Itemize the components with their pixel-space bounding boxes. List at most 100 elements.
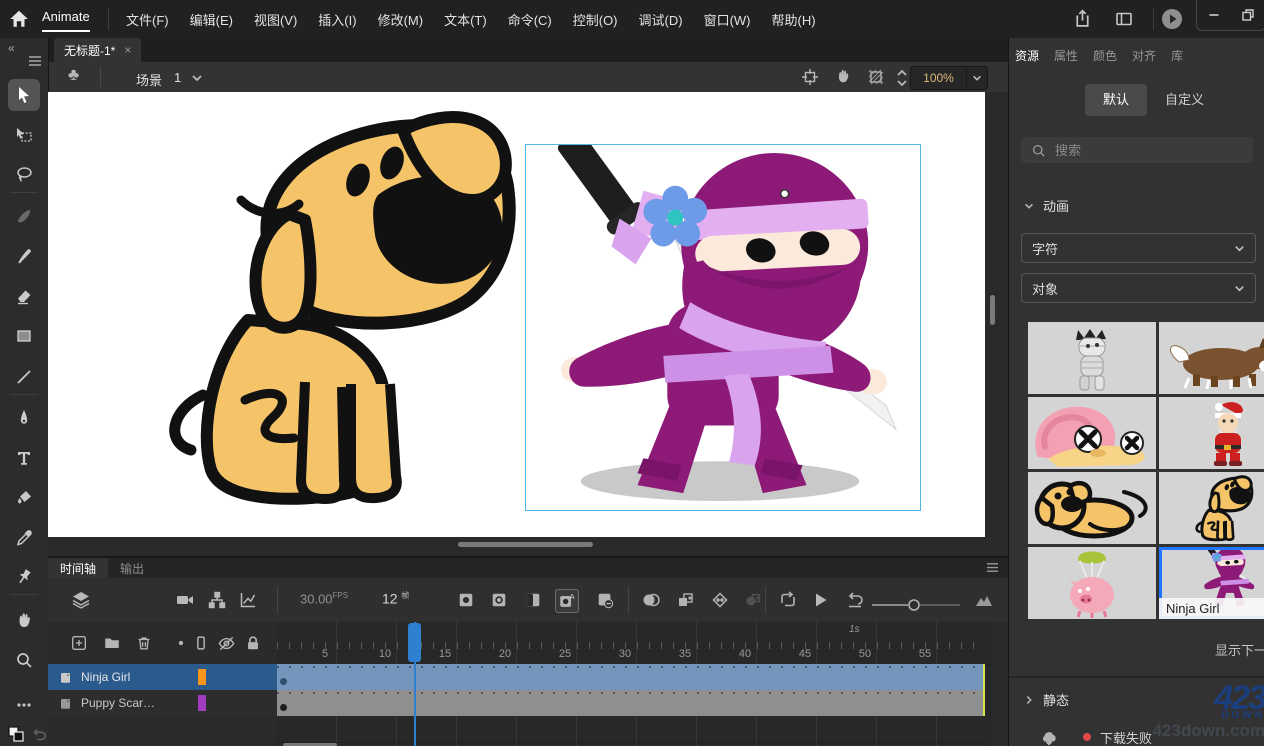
search-box[interactable] <box>1021 137 1253 163</box>
asset-thumb-puppy-lying[interactable] <box>1028 472 1156 544</box>
eraser-tool[interactable] <box>8 280 40 312</box>
run-icon[interactable] <box>1160 7 1184 31</box>
stage-hscroll[interactable] <box>48 537 1008 556</box>
insert-keyframe-icon[interactable] <box>455 589 477 611</box>
line-tool[interactable] <box>8 361 40 393</box>
selection-tool[interactable] <box>8 79 40 111</box>
puppy-artwork[interactable] <box>153 100 523 515</box>
document-tab[interactable]: 无标题-1* × <box>54 38 141 62</box>
insert-blank-keyframe-icon[interactable] <box>488 589 510 611</box>
minimize-icon[interactable] <box>1197 0 1231 30</box>
search-input[interactable] <box>1053 142 1253 159</box>
classic-brush-tool[interactable] <box>8 240 40 272</box>
track-puppy[interactable] <box>277 690 983 716</box>
ninja-girl-selection[interactable] <box>525 144 921 511</box>
menu-insert[interactable]: 插入(I) <box>314 7 360 32</box>
menu-text[interactable]: 文本(T) <box>440 7 491 32</box>
animated-section-header[interactable]: 动画 <box>1023 196 1069 215</box>
app-title[interactable]: Animate <box>42 9 90 32</box>
fps-hot-text[interactable]: 30.00FPS <box>300 591 348 606</box>
workspace-icon[interactable] <box>1114 9 1134 29</box>
outline-dot-icon[interactable] <box>172 634 190 652</box>
paint-bucket-tool[interactable] <box>8 482 40 514</box>
custom-mode-button[interactable]: 自定义 <box>1165 84 1204 116</box>
timeline-vscroll[interactable] <box>990 622 1009 746</box>
layer-outline-swatch[interactable] <box>198 669 206 685</box>
asset-warp-pin-tool[interactable] <box>8 561 40 593</box>
lock-all-icon[interactable] <box>244 634 262 652</box>
new-layer-icon[interactable] <box>70 634 88 652</box>
show-layers-icon[interactable] <box>70 589 92 611</box>
share-icon[interactable] <box>1072 8 1093 29</box>
hide-all-eye-icon[interactable] <box>217 634 235 652</box>
menu-command[interactable]: 命令(C) <box>504 7 556 32</box>
asset-thumb-snail[interactable] <box>1028 397 1156 469</box>
eyedropper-tool[interactable] <box>8 522 40 554</box>
asset-thumb-puppy-sitting[interactable] <box>1159 472 1264 544</box>
keyframe-dot[interactable] <box>280 678 287 685</box>
character-filter-dropdown[interactable]: 字符 <box>1021 233 1256 263</box>
tab-color[interactable]: 颜色 <box>1093 47 1117 64</box>
tab-align[interactable]: 对齐 <box>1132 47 1156 64</box>
scene-chevron-down-icon[interactable] <box>190 71 204 85</box>
menu-help[interactable]: 帮助(H) <box>768 7 820 32</box>
panel-menu-icon[interactable] <box>28 55 42 67</box>
frames-area[interactable]: 1s 5 10 15 20 25 30 35 40 45 50 55 <box>277 622 990 746</box>
insert-frame-icon[interactable] <box>522 589 544 611</box>
stage-vscroll-thumb[interactable] <box>990 295 995 325</box>
fit-timeline-icon[interactable] <box>972 589 994 611</box>
timeline-zoom-slider[interactable] <box>870 599 962 611</box>
zoom-tool[interactable] <box>8 644 40 676</box>
new-folder-icon[interactable] <box>103 634 121 652</box>
layer-outline-swatch[interactable] <box>198 695 206 711</box>
add-camera-icon[interactable] <box>174 589 196 611</box>
rectangle-tool[interactable] <box>8 320 40 352</box>
home-icon[interactable] <box>8 8 32 30</box>
free-transform-tool[interactable] <box>8 119 40 151</box>
restore-icon[interactable] <box>1231 0 1264 30</box>
asset-thumb-mummy[interactable] <box>1028 322 1156 394</box>
create-tween-icon[interactable] <box>742 589 764 611</box>
collapse-panel-icon[interactable]: « <box>8 41 15 55</box>
zoom-chevron-down-icon[interactable] <box>966 67 987 89</box>
auto-keyframe-icon[interactable]: A <box>555 589 579 613</box>
stage-hscroll-thumb[interactable] <box>458 542 593 547</box>
show-parenting-icon[interactable] <box>206 589 228 611</box>
menu-view[interactable]: 视图(V) <box>250 7 301 32</box>
menu-edit[interactable]: 编辑(E) <box>186 7 237 32</box>
asset-thumb-pig-parachute[interactable] <box>1028 547 1156 619</box>
asset-thumb-santa[interactable] <box>1159 397 1264 469</box>
clip-content-icon[interactable] <box>866 67 886 87</box>
tab-output[interactable]: 输出 <box>108 558 156 579</box>
hand-icon[interactable] <box>834 67 854 87</box>
tab-timeline[interactable]: 时间轴 <box>48 558 108 579</box>
default-mode-button[interactable]: 默认 <box>1085 84 1147 116</box>
onion-skin-span-icon[interactable] <box>675 589 697 611</box>
static-section-header[interactable]: 静态 <box>1023 690 1069 709</box>
tab-properties[interactable]: 属性 <box>1054 47 1078 64</box>
tab-assets[interactable]: 资源 <box>1015 47 1039 64</box>
close-tab-icon[interactable]: × <box>124 43 131 57</box>
menu-control[interactable]: 控制(O) <box>569 7 622 32</box>
text-tool[interactable] <box>8 442 40 474</box>
fluid-brush-tool[interactable] <box>8 200 40 232</box>
asset-thumb-wolf[interactable] <box>1159 322 1264 394</box>
ninja-girl-artwork[interactable] <box>526 145 920 508</box>
tab-library[interactable]: 库 <box>1171 47 1183 64</box>
timeline-panel-menu-icon[interactable] <box>986 562 999 573</box>
remove-frame-icon[interactable] <box>594 589 616 611</box>
edit-multiple-frames-icon[interactable] <box>709 589 731 611</box>
hand-tool[interactable] <box>8 604 40 636</box>
layer-row-ninja-girl[interactable]: Ninja Girl <box>48 664 277 691</box>
pen-tool[interactable] <box>8 402 40 434</box>
keyframe-dot[interactable] <box>280 704 287 711</box>
colors-swap-icon[interactable] <box>6 724 26 744</box>
track-ninja-girl[interactable] <box>277 664 983 690</box>
cloud-download-icon[interactable] <box>1039 728 1059 746</box>
delete-layer-icon[interactable] <box>135 634 153 652</box>
timeline-hscroll[interactable] <box>277 742 990 746</box>
stage-vscroll[interactable] <box>985 92 1008 537</box>
menu-modify[interactable]: 修改(M) <box>374 7 428 32</box>
more-tools-icon[interactable] <box>8 689 40 721</box>
menu-file[interactable]: 文件(F) <box>122 7 173 32</box>
